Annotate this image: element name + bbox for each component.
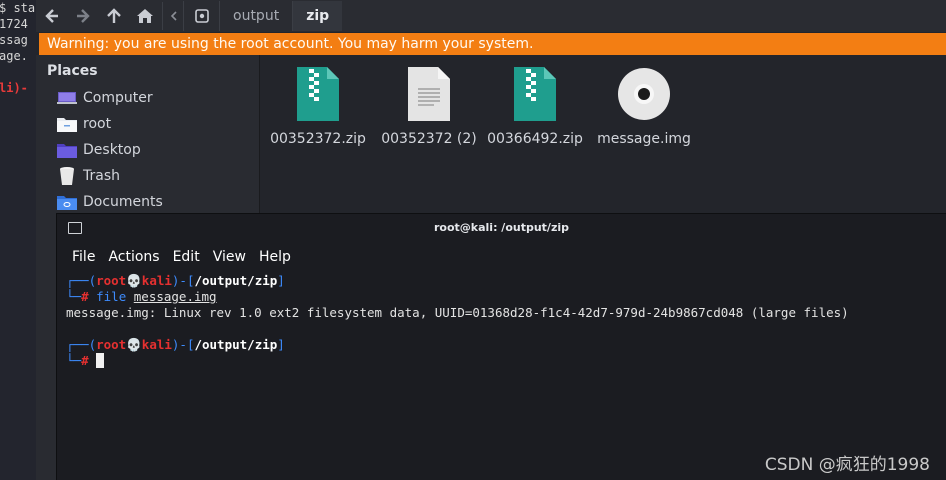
toolbar-separator (162, 2, 163, 30)
disc-image-icon (594, 67, 694, 129)
file-item[interactable]: 00352372 (2) (379, 67, 479, 147)
home-button[interactable] (129, 1, 160, 31)
sidebar-item-trash[interactable]: Trash (36, 163, 259, 189)
watermark: CSDN @疯狂的1998 (764, 455, 930, 475)
sidebar-item-label: root (83, 116, 112, 132)
terminal-menubar: File Actions Edit View Help (57, 244, 946, 270)
file-item[interactable]: 00352372.zip (268, 67, 368, 147)
file-name: 00366492.zip (487, 131, 583, 147)
places-heading: Places (47, 63, 98, 79)
sidebar-item-computer[interactable]: Computer (36, 85, 259, 111)
command-output: message.img: Linux rev 1.0 ext2 filesyst… (66, 305, 849, 320)
prompt-line: ┌──(root💀kali)-[/output/zip] (66, 337, 285, 352)
sidebar-item-label: Desktop (83, 142, 141, 158)
prompt-line: ┌──(root💀kali)-[/output/zip] (66, 273, 285, 288)
menu-view[interactable]: View (213, 249, 246, 265)
path-toggle-button[interactable] (183, 1, 219, 31)
menu-file[interactable]: File (72, 249, 95, 265)
menu-actions[interactable]: Actions (108, 249, 159, 265)
trash-icon (56, 167, 78, 185)
bg-terminal-line: 1724 (0, 17, 28, 31)
home-folder-icon (56, 115, 78, 133)
back-button[interactable] (36, 1, 67, 31)
prompt-user: root (96, 337, 127, 352)
prompt-host: kali (141, 273, 172, 288)
input-line: └─# (66, 353, 946, 369)
command-name: file (96, 289, 127, 304)
documents-folder-icon (56, 193, 78, 211)
up-button[interactable] (98, 1, 129, 31)
skull-icon: 💀 (126, 337, 142, 352)
background-terminal: $ sta 1724 ssag age. li)- (0, 0, 36, 480)
file-item[interactable]: message.img (594, 67, 694, 147)
disk-icon (194, 9, 209, 23)
command-line: └─# file message.img (66, 289, 217, 304)
sidebar-item-documents[interactable]: Documents (36, 189, 259, 215)
arrow-left-icon (44, 9, 58, 23)
sidebar-item-label: Computer (83, 90, 153, 106)
file-name: 00352372.zip (270, 131, 366, 147)
skull-icon: 💀 (126, 273, 142, 288)
home-icon (136, 9, 153, 23)
terminal-titlebar[interactable]: root@kali: /output/zip (57, 214, 946, 242)
zip-archive-icon (485, 67, 585, 129)
text-document-icon (379, 67, 479, 129)
menu-help[interactable]: Help (259, 249, 291, 265)
file-name: message.img (597, 131, 691, 147)
text-cursor (96, 353, 105, 368)
prompt-host: kali (141, 337, 172, 352)
arrow-right-icon (76, 9, 90, 23)
command-arg: message.img (133, 289, 217, 304)
toolbar: output zip (36, 0, 946, 32)
terminal-window[interactable]: root@kali: /output/zip File Actions Edit… (56, 213, 946, 480)
terminal-title: root@kali: /output/zip (434, 221, 569, 234)
sidebar-item-label: Trash (83, 168, 120, 184)
sidebar-item-root[interactable]: root (36, 111, 259, 137)
root-warning-banner: Warning: you are using the root account.… (39, 33, 946, 55)
menu-edit[interactable]: Edit (173, 249, 200, 265)
bg-terminal-line: li)- (0, 81, 28, 95)
prompt-path: /output/zip (194, 273, 278, 288)
terminal-output[interactable]: ┌──(root💀kali)-[/output/zip] └─# file mes… (57, 270, 946, 369)
prompt-path: /output/zip (194, 337, 278, 352)
bg-terminal-line: ssag (0, 33, 28, 47)
path-scroll-left-button[interactable] (165, 1, 183, 31)
sidebar-item-label: Documents (83, 194, 163, 210)
file-item[interactable]: 00366492.zip (485, 67, 585, 147)
sidebar-item-desktop[interactable]: Desktop (36, 137, 259, 163)
desktop-folder-icon (56, 141, 78, 159)
forward-button[interactable] (67, 1, 98, 31)
chevron-left-icon (170, 11, 177, 21)
breadcrumb-output[interactable]: output (219, 1, 292, 31)
breadcrumb-zip[interactable]: zip (292, 1, 343, 31)
prompt-user: root (96, 273, 127, 288)
bg-terminal-line: age. (0, 49, 28, 63)
file-name: 00352372 (2) (381, 131, 477, 147)
bg-terminal-line (0, 64, 36, 80)
zip-archive-icon (268, 67, 368, 129)
bg-terminal-line: $ sta (0, 1, 36, 15)
arrow-up-icon (106, 8, 121, 23)
computer-icon (56, 89, 78, 107)
